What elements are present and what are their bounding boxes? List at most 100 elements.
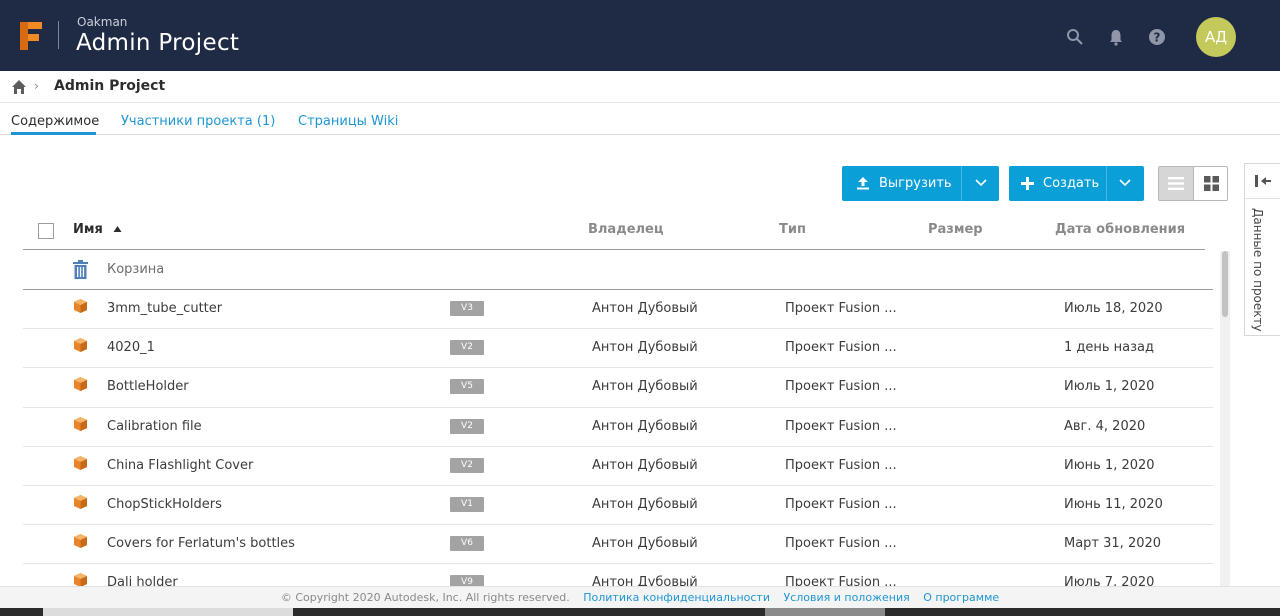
trash-row[interactable]: Корзина	[23, 251, 1213, 290]
home-icon[interactable]	[11, 79, 27, 95]
upload-dropdown[interactable]	[961, 166, 999, 201]
file-type: Проект Fusion ...	[785, 536, 897, 552]
list-view-button[interactable]	[1159, 167, 1194, 200]
create-dropdown[interactable]	[1106, 166, 1144, 201]
file-name[interactable]: 3mm_tube_cutter	[107, 301, 222, 316]
column-header-size[interactable]: Размер	[928, 222, 983, 237]
fusion-design-icon	[74, 494, 87, 509]
file-date: 1 день назад	[1064, 340, 1155, 356]
active-tab-indicator	[11, 132, 96, 135]
taskbar-segment	[43, 608, 293, 616]
panel-expand-icon[interactable]	[1254, 173, 1272, 189]
file-owner: Антон Дубовый	[592, 340, 698, 356]
file-date: Июнь 1, 2020	[1064, 457, 1155, 473]
grid-view-button[interactable]	[1194, 167, 1228, 200]
top-bar: Oakman Admin Project ? АД	[0, 0, 1280, 71]
view-toggle	[1158, 166, 1228, 201]
bell-icon[interactable]	[1107, 28, 1125, 46]
file-owner: Антон Дубовый	[592, 536, 698, 552]
breadcrumb-current: Admin Project	[54, 78, 166, 94]
grid-icon	[1204, 176, 1219, 191]
org-name: Oakman	[77, 15, 128, 29]
version-badge[interactable]: V5	[450, 379, 484, 395]
column-header-type[interactable]: Тип	[779, 222, 806, 237]
table-row[interactable]: China Flashlight Cover V2 Антон Дубовый …	[23, 447, 1213, 486]
tab-wiki-pages[interactable]: Страницы Wiki	[298, 114, 398, 129]
file-owner: Антон Дубовый	[592, 301, 698, 316]
table-row[interactable]: Covers for Ferlatum's bottles V6 Антон Д…	[23, 525, 1213, 565]
trash-label: Корзина	[107, 262, 165, 277]
file-type: Проект Fusion ...	[785, 496, 897, 512]
plus-icon	[1021, 177, 1034, 190]
fusion-design-icon	[74, 455, 87, 470]
file-type: Проект Fusion ...	[785, 575, 897, 586]
table-row[interactable]: 4020_1 V2 Антон Дубовый Проект Fusion ..…	[23, 329, 1213, 369]
file-name[interactable]: Covers for Ferlatum's bottles	[107, 536, 295, 551]
file-name[interactable]: 4020_1	[107, 340, 155, 355]
file-owner: Антон Дубовый	[592, 379, 698, 395]
file-owner: Антон Дубовый	[592, 575, 698, 586]
version-badge[interactable]: V2	[450, 457, 484, 473]
file-date: Июль 18, 2020	[1064, 301, 1163, 316]
fusion-logo-icon[interactable]	[18, 20, 44, 52]
tab-contents[interactable]: Содержимое	[11, 114, 99, 129]
file-name[interactable]: China Flashlight Cover	[107, 458, 253, 473]
user-avatar[interactable]: АД	[1196, 17, 1236, 57]
version-badge[interactable]: V2	[450, 418, 484, 434]
version-badge[interactable]: V6	[450, 536, 484, 552]
title-divider	[58, 21, 59, 49]
upload-button[interactable]: Выгрузить	[842, 166, 999, 201]
footer: © Copyright 2020 Autodesk, Inc. All righ…	[0, 586, 1280, 608]
file-date: Июнь 11, 2020	[1064, 496, 1163, 512]
privacy-policy-link[interactable]: Политика конфиденциальности	[583, 591, 770, 604]
project-data-label: Данные по проекту	[1251, 208, 1265, 332]
sort-ascending-icon	[113, 226, 122, 232]
version-badge[interactable]: V1	[450, 496, 484, 512]
fusion-design-icon	[74, 573, 87, 586]
project-data-panel-tab[interactable]: Данные по проекту	[1244, 163, 1280, 336]
table-header: Имя Владелец Тип Размер Дата обновления	[23, 212, 1205, 250]
chevron-down-icon	[1119, 179, 1131, 187]
file-name[interactable]: ChopStickHolders	[107, 497, 222, 512]
column-header-updated[interactable]: Дата обновления	[1055, 222, 1185, 237]
taskbar-segment	[765, 608, 885, 616]
table-row[interactable]: ChopStickHolders V1 Антон Дубовый Проект…	[23, 486, 1213, 526]
search-icon[interactable]	[1066, 28, 1084, 46]
column-header-name[interactable]: Имя	[73, 222, 122, 237]
version-badge[interactable]: V2	[450, 340, 484, 356]
terms-link[interactable]: Условия и положения	[783, 591, 909, 604]
column-header-owner[interactable]: Владелец	[588, 222, 664, 237]
fusion-design-icon	[74, 416, 87, 431]
version-badge[interactable]: V3	[450, 301, 484, 316]
fusion-design-icon	[74, 534, 87, 549]
file-owner: Антон Дубовый	[592, 418, 698, 434]
table-row[interactable]: Dali holder V9 Антон Дубовый Проект Fusi…	[23, 564, 1213, 586]
table-row[interactable]: Calibration file V2 Антон Дубовый Проект…	[23, 408, 1213, 447]
about-link[interactable]: О программе	[923, 591, 999, 604]
fusion-design-icon	[74, 338, 87, 353]
file-type: Проект Fusion ...	[785, 301, 897, 316]
tab-project-members[interactable]: Участники проекта (1)	[121, 114, 275, 129]
chevron-right-icon: ›	[34, 79, 39, 93]
file-name[interactable]: Calibration file	[107, 419, 202, 434]
file-type: Проект Fusion ...	[785, 418, 897, 434]
upload-icon	[857, 177, 869, 190]
select-all-checkbox[interactable]	[38, 223, 54, 239]
table-row[interactable]: 3mm_tube_cutter V3 Антон Дубовый Проект …	[23, 290, 1213, 330]
fusion-design-icon	[74, 377, 87, 392]
file-name[interactable]: BottleHolder	[107, 379, 189, 394]
file-owner: Антон Дубовый	[592, 496, 698, 512]
table-row[interactable]: BottleHolder V5 Антон Дубовый Проект Fus…	[23, 368, 1213, 408]
file-list: 3mm_tube_cutter V3 Антон Дубовый Проект …	[23, 290, 1213, 586]
vertical-scrollbar[interactable]	[1220, 251, 1230, 586]
copyright-text: © Copyright 2020 Autodesk, Inc. All righ…	[280, 591, 570, 604]
tab-bar: Содержимое Участники проекта (1) Страниц…	[0, 104, 1280, 135]
trash-icon	[73, 260, 88, 279]
scrollbar-thumb[interactable]	[1222, 251, 1228, 317]
version-badge[interactable]: V9	[450, 575, 484, 586]
help-icon[interactable]: ?	[1148, 28, 1166, 46]
taskbar-strip	[0, 608, 1280, 616]
file-name[interactable]: Dali holder	[107, 575, 178, 586]
create-button[interactable]: Создать	[1009, 166, 1144, 201]
file-date: Авг. 4, 2020	[1064, 418, 1146, 434]
